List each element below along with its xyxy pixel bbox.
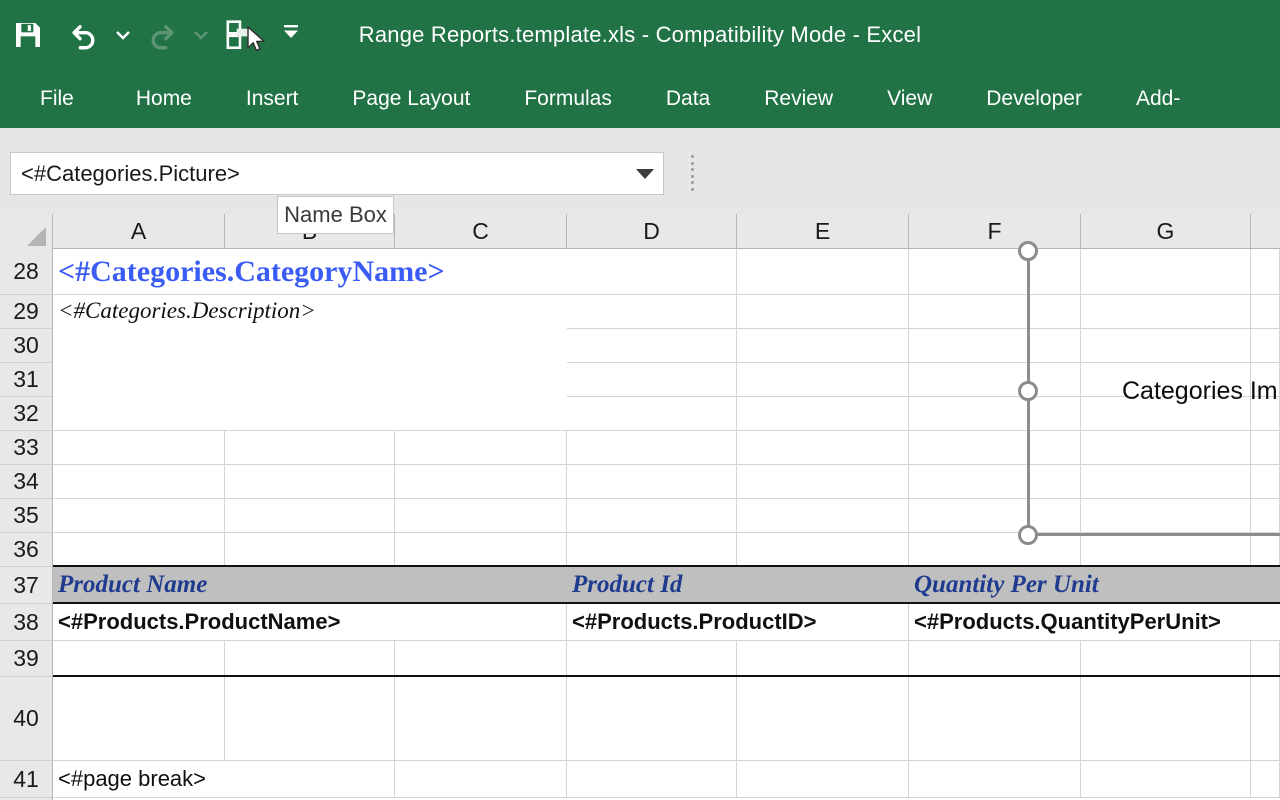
tab-view[interactable]: View [860, 70, 959, 128]
redo-dropdown-chevron-down-icon[interactable] [190, 0, 212, 70]
tab-home[interactable]: Home [109, 70, 219, 128]
customize-quick-access-toolbar-button[interactable] [268, 0, 314, 70]
resize-handle-middle-left[interactable] [1018, 381, 1038, 401]
name-box-value: <#Categories.Picture> [21, 153, 240, 194]
picture-placeholder-label: Categories Im [1122, 377, 1278, 406]
undo-dropdown-chevron-down-icon[interactable] [112, 0, 134, 70]
name-box[interactable]: <#Categories.Picture> [10, 152, 664, 195]
tab-file[interactable]: File [26, 70, 109, 128]
tab-add-ins[interactable]: Add- [1109, 70, 1207, 128]
tab-insert[interactable]: Insert [219, 70, 326, 128]
tab-formulas[interactable]: Formulas [497, 70, 639, 128]
undo-button[interactable] [56, 0, 112, 70]
name-box-tooltip: Name Box [277, 196, 394, 234]
formula-bar-grip[interactable] [689, 155, 695, 191]
worksheet-grid[interactable]: A B C D E F G 28 29 30 31 32 33 34 35 36… [0, 214, 1280, 800]
selected-picture-placeholder[interactable]: Categories Im [0, 214, 1280, 800]
title-bar: Range Reports.template.xls - Compatibili… [0, 0, 1280, 70]
resize-handle-top-left[interactable] [1018, 241, 1038, 261]
tab-review[interactable]: Review [737, 70, 860, 128]
ribbon-tab-bar: File Home Insert Page Layout Formulas Da… [0, 70, 1280, 128]
quick-access-toolbar [0, 0, 314, 70]
formula-bar-strip: <#Categories.Picture> ✕ ✓ fx [0, 128, 1280, 215]
excel-window: Range Reports.template.xls - Compatibili… [0, 0, 1280, 800]
resize-handle-bottom-left[interactable] [1018, 525, 1038, 545]
tab-data[interactable]: Data [639, 70, 737, 128]
redo-button[interactable] [134, 0, 190, 70]
tab-page-layout[interactable]: Page Layout [325, 70, 497, 128]
tab-developer[interactable]: Developer [959, 70, 1109, 128]
save-button[interactable] [0, 0, 56, 70]
picture-frame-bottom-edge [1027, 533, 1280, 536]
name-box-chevron-down-icon[interactable] [635, 153, 655, 194]
copy-button[interactable] [212, 0, 268, 70]
